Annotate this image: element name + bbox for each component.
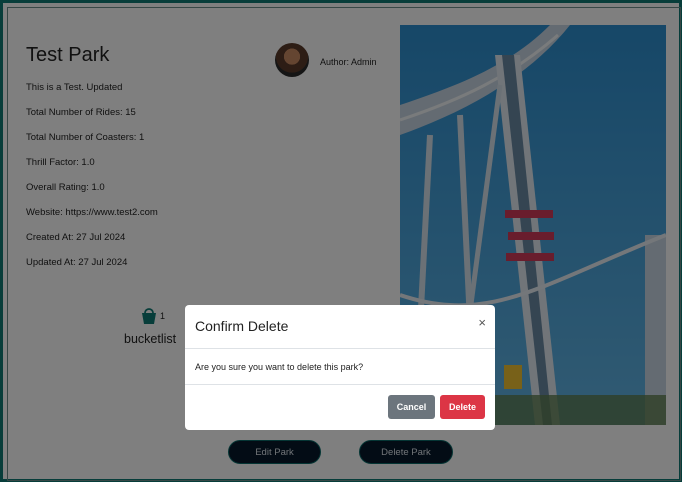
- confirm-delete-button[interactable]: Delete: [440, 395, 485, 419]
- modal-title: Confirm Delete: [195, 318, 289, 334]
- modal-header-divider: [185, 348, 495, 349]
- modal-message: Are you sure you want to delete this par…: [195, 362, 364, 372]
- close-icon[interactable]: ×: [478, 315, 486, 330]
- confirm-delete-modal: Confirm Delete × Are you sure you want t…: [185, 305, 495, 430]
- modal-footer-divider: [185, 384, 495, 385]
- cancel-button[interactable]: Cancel: [388, 395, 435, 419]
